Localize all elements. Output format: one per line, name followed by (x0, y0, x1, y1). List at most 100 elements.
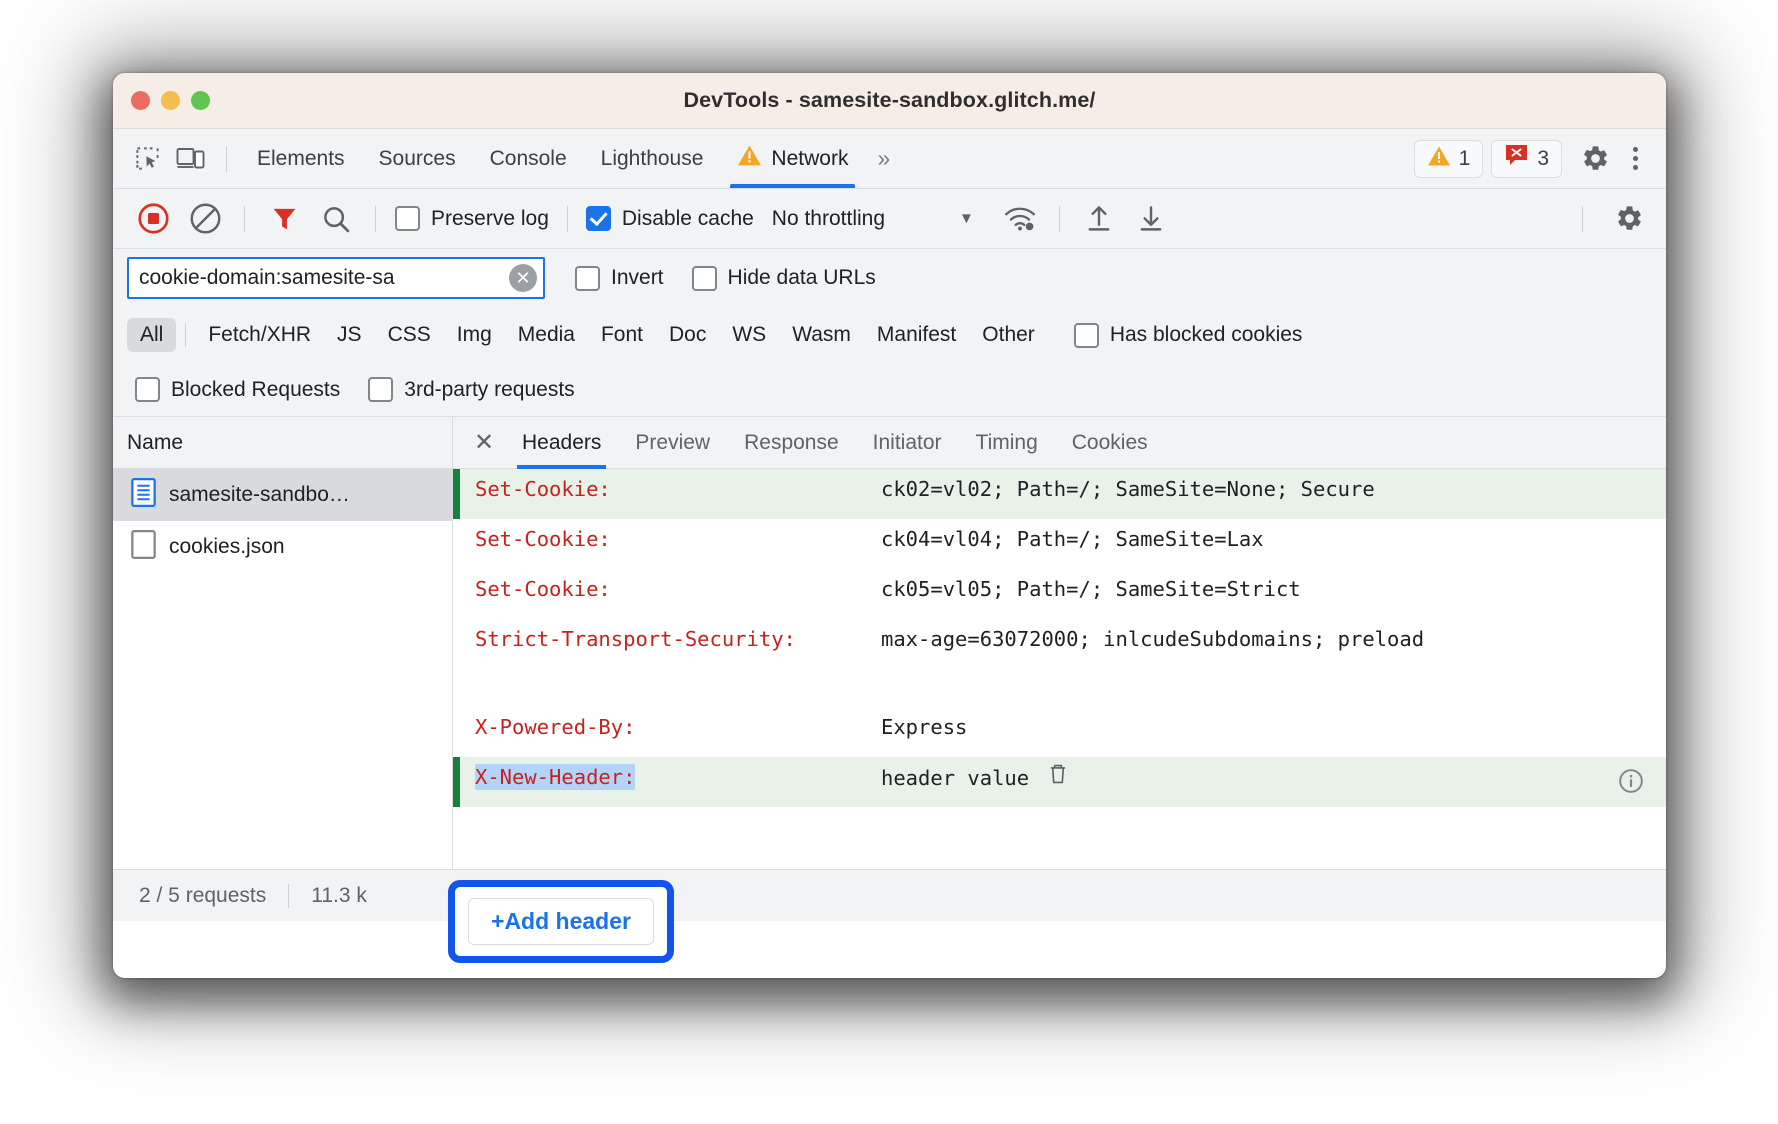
header-value[interactable]: Express (881, 713, 1666, 741)
tab-headers[interactable]: Headers (505, 417, 618, 469)
clear-icon[interactable] (179, 197, 231, 241)
warning-count-badge[interactable]: 1 (1414, 140, 1484, 178)
kebab-dot (1633, 156, 1638, 161)
window-titlebar: DevTools - samesite-sandbox.glitch.me/ (113, 73, 1666, 129)
tab-initiator[interactable]: Initiator (856, 417, 959, 469)
type-filter-all[interactable]: All (127, 318, 176, 352)
type-filter-img[interactable]: Img (444, 318, 505, 352)
requests-sidebar: Name samesite-sandbo… (113, 417, 453, 869)
header-row[interactable]: Set-Cookie: ck05=vl05; Path=/; SameSite=… (453, 569, 1666, 619)
filter-funnel-icon[interactable] (258, 197, 310, 241)
header-name: Set-Cookie: (453, 525, 881, 553)
tab-console[interactable]: Console (473, 130, 584, 188)
tab-cookies[interactable]: Cookies (1055, 417, 1165, 469)
trash-delete-icon[interactable] (1048, 766, 1068, 790)
tab-network[interactable]: Network (720, 130, 865, 188)
list-item-label: samesite-sandbo… (169, 483, 350, 507)
tab-preview[interactable]: Preview (618, 417, 727, 469)
add-header-button[interactable]: +Add header (468, 898, 654, 945)
upload-arrow-icon[interactable] (1073, 197, 1125, 241)
tab-response[interactable]: Response (727, 417, 856, 469)
blocked-requests-label: Blocked Requests (171, 378, 340, 402)
type-filter-fetch-xhr[interactable]: Fetch/XHR (195, 318, 324, 352)
type-filter-media[interactable]: Media (505, 318, 588, 352)
header-row[interactable]: Set-Cookie: ck02=vl02; Path=/; SameSite=… (453, 469, 1666, 519)
screenshot-root: DevTools - samesite-sandbox.glitch.me/ E… (0, 0, 1778, 1124)
gear-icon[interactable] (1572, 138, 1618, 180)
request-detail-panel: ✕ Headers Preview Response Initiator Tim… (453, 417, 1666, 869)
type-filter-ws[interactable]: WS (719, 318, 779, 352)
tab-console-label: Console (490, 147, 567, 171)
type-filter-doc[interactable]: Doc (656, 318, 719, 352)
preserve-log-checkbox[interactable]: Preserve log (395, 206, 549, 231)
checkbox-box (692, 266, 717, 291)
download-arrow-icon[interactable] (1125, 197, 1177, 241)
device-toolbar-icon[interactable] (169, 138, 213, 180)
has-blocked-cookies-checkbox[interactable]: Has blocked cookies (1074, 323, 1303, 348)
clear-circle-icon[interactable]: ✕ (509, 264, 537, 292)
header-row[interactable]: Strict-Transport-Security: max-age=63072… (453, 619, 1666, 707)
status-divider (288, 884, 289, 908)
header-row[interactable]: X-New-Header: header value (453, 757, 1666, 807)
tab-timing[interactable]: Timing (959, 417, 1055, 469)
error-count-badge[interactable]: 3 (1491, 140, 1562, 178)
warning-triangle-icon (1427, 145, 1451, 173)
list-item[interactable]: cookies.json (113, 521, 452, 573)
type-filter-css[interactable]: CSS (375, 318, 444, 352)
record-stop-icon[interactable] (127, 197, 179, 241)
header-value[interactable]: ck04=vl04; Path=/; SameSite=Lax (881, 525, 1666, 553)
disable-cache-checkbox[interactable]: Disable cache (586, 206, 754, 231)
kebab-dot (1633, 165, 1638, 170)
wifi-settings-icon[interactable] (994, 197, 1046, 241)
list-item[interactable]: samesite-sandbo… (113, 469, 452, 521)
type-filter-font[interactable]: Font (588, 318, 656, 352)
tab-sources[interactable]: Sources (362, 130, 473, 188)
disable-cache-label: Disable cache (622, 207, 754, 231)
header-name-selected-text[interactable]: X-New-Header: (475, 764, 635, 790)
search-input[interactable]: cookie-domain:samesite-sa ✕ (127, 257, 545, 299)
request-count-label: 2 / 5 requests (139, 884, 266, 908)
info-circle-icon[interactable] (1618, 768, 1644, 794)
throttling-value: No throttling (772, 207, 885, 231)
type-filter-other[interactable]: Other (969, 318, 1048, 352)
blocked-filters-row: Blocked Requests 3rd-party requests (113, 363, 1666, 417)
kebab-menu-icon[interactable] (1618, 138, 1652, 180)
gear-icon[interactable] (1606, 198, 1652, 240)
search-icon[interactable] (310, 197, 362, 241)
header-name: Set-Cookie: (453, 475, 881, 503)
checkbox-box (1074, 323, 1099, 348)
resource-type-filters: All Fetch/XHR JS CSS Img Media Font Doc … (113, 307, 1666, 363)
tab-network-label: Network (771, 147, 848, 171)
header-row[interactable]: X-Powered-By: Express (453, 707, 1666, 757)
header-value[interactable]: max-age=63072000; inlcudeSubdomains; pre… (881, 625, 1581, 653)
header-value[interactable]: header value (881, 763, 1666, 792)
third-party-requests-checkbox[interactable]: 3rd-party requests (368, 377, 574, 402)
checkbox-box (368, 377, 393, 402)
header-value[interactable]: ck02=vl02; Path=/; SameSite=None; Secure (881, 475, 1666, 503)
tab-lighthouse[interactable]: Lighthouse (584, 130, 721, 188)
hide-data-urls-checkbox[interactable]: Hide data URLs (692, 266, 876, 291)
header-row[interactable]: Set-Cookie: ck04=vl04; Path=/; SameSite=… (453, 519, 1666, 569)
throttling-dropdown[interactable]: No throttling ▼ (772, 207, 974, 231)
checkbox-box (575, 266, 600, 291)
network-body: Name samesite-sandbo… (113, 417, 1666, 869)
close-x-icon[interactable]: ✕ (463, 422, 505, 464)
network-toolbar: Preserve log Disable cache No throttling… (113, 189, 1666, 249)
type-filter-js[interactable]: JS (324, 318, 375, 352)
status-bar: 2 / 5 requests 11.3 k (113, 869, 1666, 921)
header-name: Strict-Transport-Security: (453, 625, 881, 653)
tab-elements[interactable]: Elements (240, 130, 362, 188)
header-value[interactable]: ck05=vl05; Path=/; SameSite=Strict (881, 575, 1666, 603)
invert-checkbox[interactable]: Invert (575, 266, 664, 291)
inspect-element-icon[interactable] (125, 138, 169, 180)
preserve-log-label: Preserve log (431, 207, 549, 231)
checkbox-box (586, 206, 611, 231)
blocked-requests-checkbox[interactable]: Blocked Requests (135, 377, 340, 402)
warning-triangle-icon (737, 144, 762, 173)
type-filter-manifest[interactable]: Manifest (864, 318, 969, 352)
third-party-requests-label: 3rd-party requests (404, 378, 574, 402)
more-tabs-icon[interactable]: » (865, 145, 899, 172)
type-filter-wasm[interactable]: Wasm (779, 318, 864, 352)
toolbar-divider (1582, 206, 1583, 232)
plus-icon: + (491, 908, 504, 934)
